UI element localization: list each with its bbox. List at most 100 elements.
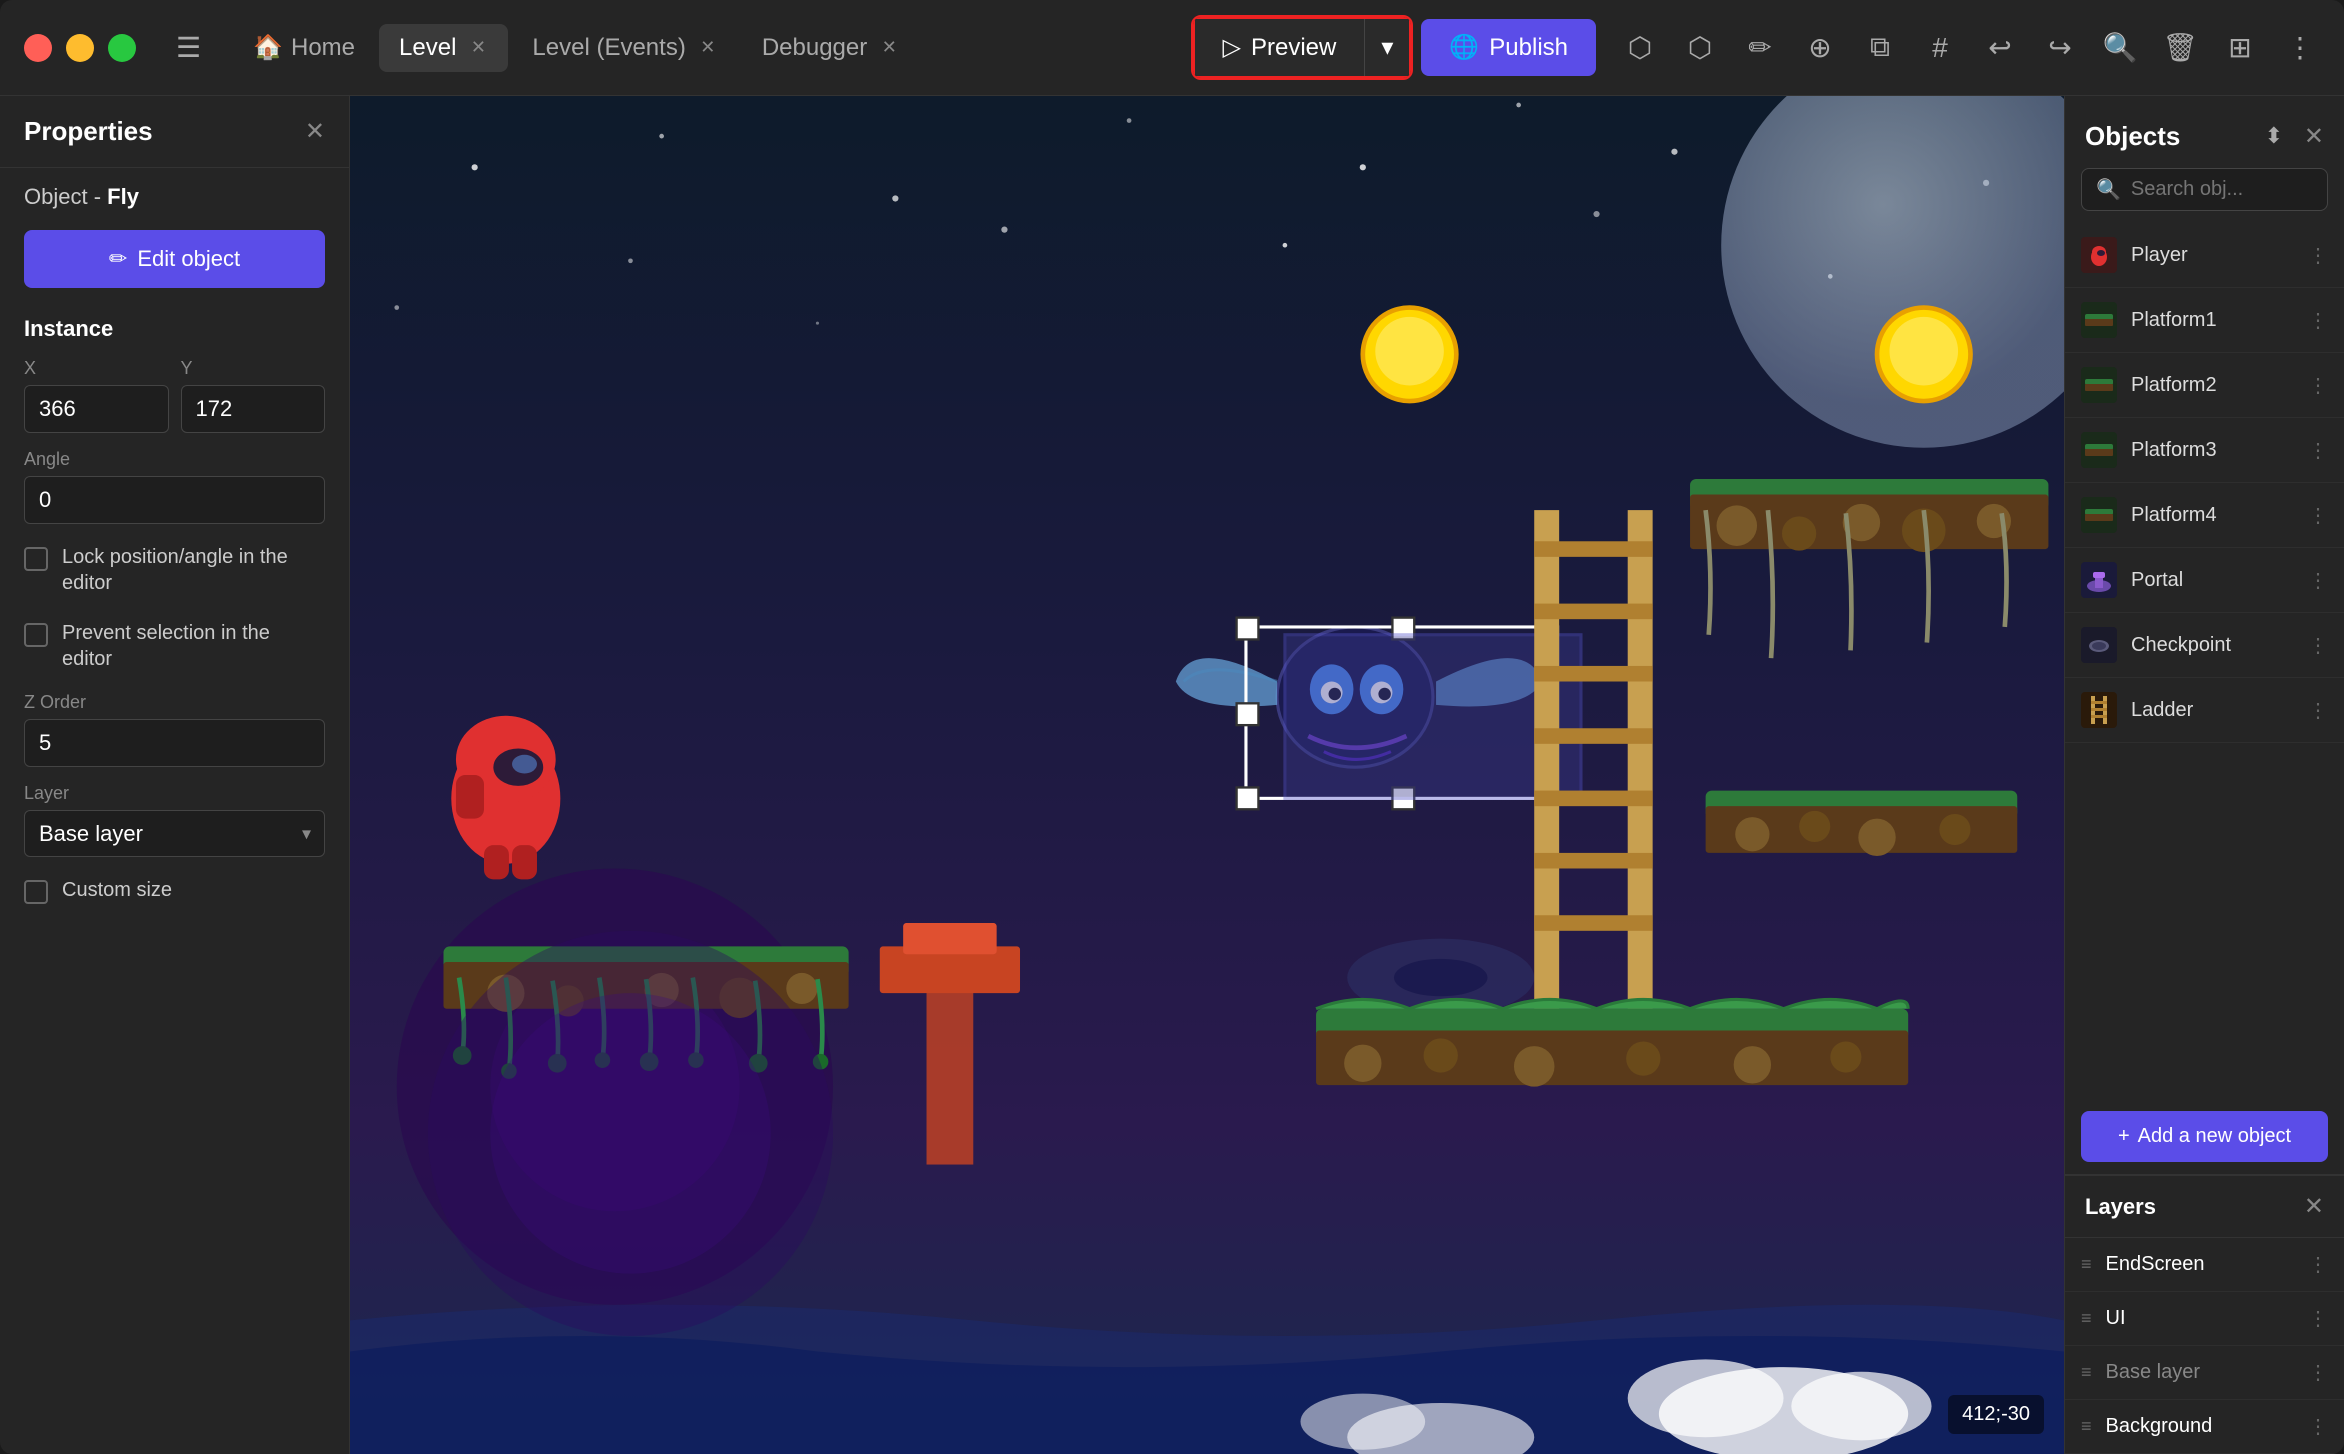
preview-play-icon: ▷ <box>1223 33 1241 62</box>
hamburger-menu-icon[interactable]: ☰ <box>176 31 201 64</box>
minimize-window-button[interactable] <box>66 34 94 62</box>
tab-level-events[interactable]: Level (Events) ✕ <box>512 24 737 72</box>
z-order-label: Z Order <box>24 692 325 713</box>
platform4-menu-icon[interactable]: ⋮ <box>2308 503 2328 528</box>
layers-close-button[interactable]: ✕ <box>2304 1192 2324 1221</box>
prevent-selection-checkbox[interactable] <box>24 623 48 647</box>
settings-icon[interactable]: ⊞ <box>2220 28 2260 68</box>
angle-field: Angle <box>0 441 349 532</box>
layer-ui-menu-icon[interactable]: ⋮ <box>2308 1306 2328 1331</box>
3d-object-icon[interactable]: ⬡ <box>1620 28 1660 68</box>
main-content: Properties ✕ Object - Fly ✏ Edit object … <box>0 96 2344 1454</box>
redo-icon[interactable]: ↪ <box>2040 28 2080 68</box>
platform3-thumb <box>2081 432 2117 468</box>
layer-item-baselayer[interactable]: ≡ Base layer ⋮ <box>2065 1346 2344 1400</box>
x-input[interactable] <box>24 385 169 433</box>
close-window-button[interactable] <box>24 34 52 62</box>
objects-close-button[interactable]: ✕ <box>2304 122 2324 151</box>
layer-dropdown[interactable]: Base layer EndScreen UI Background <box>24 810 325 857</box>
tab-debugger-close[interactable]: ✕ <box>879 38 899 58</box>
undo-icon[interactable]: ↩ <box>1980 28 2020 68</box>
z-order-input[interactable] <box>24 719 325 767</box>
layers-icon[interactable]: ⧉ <box>1860 28 1900 68</box>
properties-close-button[interactable]: ✕ <box>305 117 325 146</box>
custom-size-checkbox[interactable] <box>24 880 48 904</box>
y-input[interactable] <box>181 385 326 433</box>
ladder-menu-icon[interactable]: ⋮ <box>2308 698 2328 723</box>
more-icon[interactable]: ⋮ <box>2280 28 2320 68</box>
edit-object-button[interactable]: ✏ Edit object <box>24 230 325 288</box>
add-object-button[interactable]: + Add a new object <box>2081 1111 2328 1162</box>
portal-thumb <box>2081 562 2117 598</box>
home-icon: 🏠 <box>253 33 283 62</box>
layer-item-ui[interactable]: ≡ UI ⋮ <box>2065 1292 2344 1346</box>
list-item[interactable]: Platform4 ⋮ <box>2065 483 2344 548</box>
coords-value: 412;-30 <box>1962 1403 2030 1425</box>
grid-icon[interactable]: # <box>1920 28 1960 68</box>
list-item[interactable]: Portal ⋮ <box>2065 548 2344 613</box>
app-window: ☰ 🏠 Home Level ✕ Level (Events) ✕ Debugg… <box>0 0 2344 1454</box>
search-icon: 🔍 <box>2096 177 2121 202</box>
objects-title: Objects <box>2085 121 2180 152</box>
objects-filter-icon[interactable]: ⬍ <box>2254 116 2294 156</box>
canvas-area[interactable]: 412;-30 <box>350 96 2064 1454</box>
platform4-name: Platform4 <box>2131 504 2294 527</box>
publish-globe-icon: 🌐 <box>1449 33 1479 62</box>
tab-level[interactable]: Level ✕ <box>379 24 508 72</box>
tab-home-label: Home <box>291 34 355 62</box>
list-item[interactable]: Ladder ⋮ <box>2065 678 2344 743</box>
z-order-field: Z Order <box>0 684 349 775</box>
ladder-thumb <box>2081 692 2117 728</box>
preview-dropdown-button[interactable]: ▾ <box>1365 19 1409 76</box>
ladder-name: Ladder <box>2131 699 2294 722</box>
publish-button[interactable]: 🌐 Publish <box>1421 19 1596 76</box>
platform4-thumb <box>2081 497 2117 533</box>
tab-home[interactable]: 🏠 Home <box>233 23 375 72</box>
tab-bar: 🏠 Home Level ✕ Level (Events) ✕ Debugger… <box>233 23 1168 72</box>
preview-button[interactable]: ▷ Preview <box>1195 19 1366 76</box>
layer-field: Layer Base layer EndScreen UI Background… <box>0 775 349 865</box>
layer-item-background[interactable]: ≡ Background ⋮ <box>2065 1400 2344 1454</box>
maximize-window-button[interactable] <box>108 34 136 62</box>
prevent-selection-row: Prevent selection in the editor <box>0 608 349 684</box>
layers-title: Layers <box>2085 1194 2156 1220</box>
objects-panel: Objects ⬍ ✕ 🔍 <box>2065 96 2344 1175</box>
tab-level-events-close[interactable]: ✕ <box>698 38 718 58</box>
game-canvas-svg <box>350 96 2064 1454</box>
angle-input[interactable] <box>24 476 325 524</box>
platform2-menu-icon[interactable]: ⋮ <box>2308 373 2328 398</box>
list-item[interactable]: Platform2 ⋮ <box>2065 353 2344 418</box>
layer-endscreen-menu-icon[interactable]: ⋮ <box>2308 1252 2328 1277</box>
tab-level-close[interactable]: ✕ <box>468 38 488 58</box>
layer-baselayer-menu-icon[interactable]: ⋮ <box>2308 1360 2328 1385</box>
player-menu-icon[interactable]: ⋮ <box>2308 243 2328 268</box>
toolbar-right: ⬡ ⬡ ✏ ⊕ ⧉ # ↩ ↪ 🔍 🗑 ⊞ ⋮ <box>1620 28 2320 68</box>
objects-icon[interactable]: ⬡ <box>1680 28 1720 68</box>
zoom-out-icon[interactable]: 🔍 <box>2100 28 2140 68</box>
portal-name: Portal <box>2131 569 2294 592</box>
list-item[interactable]: Platform1 ⋮ <box>2065 288 2344 353</box>
platform3-name: Platform3 <box>2131 439 2294 462</box>
platform1-menu-icon[interactable]: ⋮ <box>2308 308 2328 333</box>
layer-drag-icon: ≡ <box>2081 1254 2092 1275</box>
list-item[interactable]: Checkpoint ⋮ <box>2065 613 2344 678</box>
delete-icon[interactable]: 🗑 <box>2160 28 2200 68</box>
lock-position-checkbox[interactable] <box>24 547 48 571</box>
layer-item-endscreen[interactable]: ≡ EndScreen ⋮ <box>2065 1238 2344 1292</box>
edit-icon[interactable]: ✏ <box>1740 28 1780 68</box>
list-item[interactable]: Player ⋮ <box>2065 223 2344 288</box>
preview-publish-group: ▷ Preview ▾ <box>1193 17 1412 78</box>
layer-baselayer-name: Base layer <box>2106 1361 2294 1384</box>
list-item[interactable]: Platform3 ⋮ <box>2065 418 2344 483</box>
platform3-menu-icon[interactable]: ⋮ <box>2308 438 2328 463</box>
portal-menu-icon[interactable]: ⋮ <box>2308 568 2328 593</box>
layer-background-menu-icon[interactable]: ⋮ <box>2308 1414 2328 1439</box>
search-input[interactable] <box>2131 178 2344 201</box>
events-icon[interactable]: ⊕ <box>1800 28 1840 68</box>
tab-level-events-label: Level (Events) <box>532 34 685 62</box>
y-label: Y <box>181 358 326 379</box>
layer-ui-name: UI <box>2106 1307 2294 1330</box>
tab-debugger[interactable]: Debugger ✕ <box>742 24 919 72</box>
checkpoint-menu-icon[interactable]: ⋮ <box>2308 633 2328 658</box>
custom-size-label: Custom size <box>62 877 172 903</box>
